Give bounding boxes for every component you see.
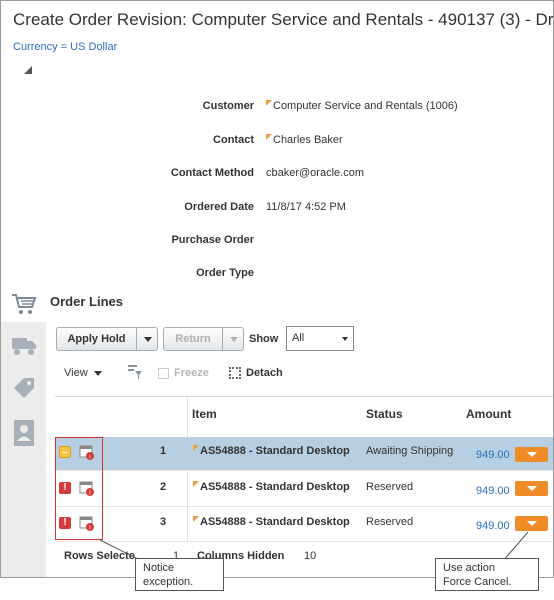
callout-text: Use action [443, 562, 495, 574]
callout-text: Notice [143, 562, 175, 574]
callout-text: Force Cancel. [443, 576, 512, 588]
callout-connectors [99, 531, 529, 562]
notice-exception-callout: Notice exception. [135, 558, 224, 591]
force-cancel-callout: Use action Force Cancel. [435, 558, 539, 591]
callout-text: exception. [143, 576, 194, 588]
